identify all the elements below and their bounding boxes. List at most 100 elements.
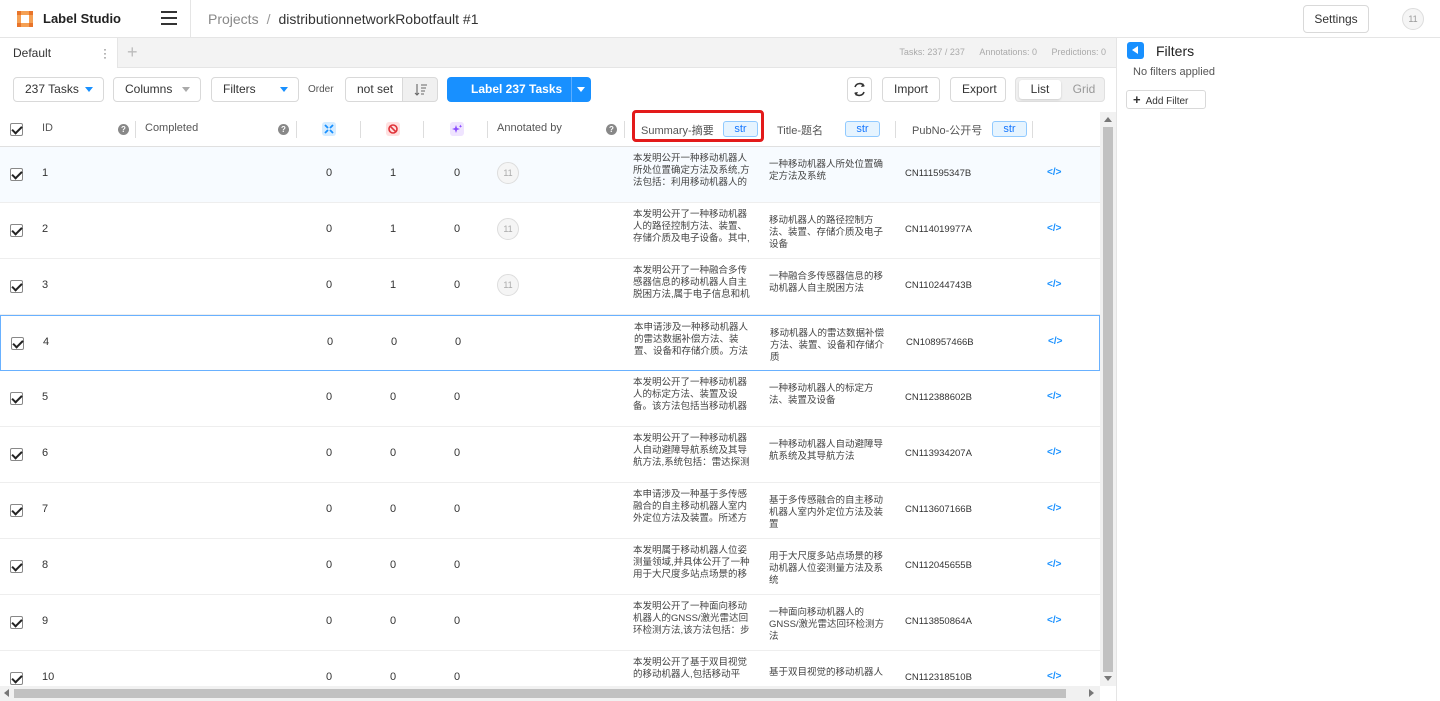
title-cell[interactable]: 移动机器人的雷达数据补偿方法、装置、设备和存储介质 [770, 328, 890, 364]
summary-cell[interactable]: 本发明属于移动机器人位姿测量领域,并具体公开了一种用于大尺度多站点场景的移 [633, 545, 751, 581]
code-icon[interactable]: </> [1047, 391, 1061, 402]
summary-cell[interactable]: 本发明公开了一种面向移动机器人的GNSS/激光雷达回环检测方法,该方法包括：步 [633, 601, 751, 637]
summary-cell[interactable]: 本申请涉及一种移动机器人的雷达数据补偿方法、装置、设备和存储介质。方法 [634, 322, 752, 358]
code-icon[interactable]: </> [1047, 503, 1061, 514]
help-icon[interactable]: ? [606, 124, 617, 135]
vertical-scrollbar[interactable] [1100, 112, 1116, 686]
row-checkbox[interactable] [10, 224, 23, 237]
tasks-dropdown[interactable]: 237 Tasks [13, 77, 104, 102]
pubno-cell[interactable]: CN113850864A [905, 616, 972, 627]
table-row[interactable]: 10 0 0 0 本发明公开了基于双目视觉的移动机器人,包括移动平 基于双目视觉… [0, 651, 1100, 686]
refresh-button[interactable] [847, 77, 872, 102]
code-icon[interactable]: </> [1047, 223, 1061, 234]
code-icon[interactable]: </> [1047, 559, 1061, 570]
title-cell[interactable]: 一种面向移动机器人的GNSS/激光雷达回环检测方法 [769, 607, 889, 643]
column-annotated-by[interactable]: Annotated by [497, 122, 562, 134]
import-button[interactable]: Import [882, 77, 940, 102]
code-icon[interactable]: </> [1047, 167, 1061, 178]
code-icon[interactable]: </> [1047, 279, 1061, 290]
select-all-checkbox[interactable] [10, 123, 23, 136]
title-cell[interactable]: 基于双目视觉的移动机器人 [769, 667, 889, 686]
title-cell[interactable]: 一种移动机器人的标定方法、装置及设备 [769, 383, 889, 419]
pubno-cell[interactable]: CN113607166B [905, 504, 972, 515]
summary-cell[interactable]: 本发明公开了一种移动机器人的标定方法、装置及设备。该方法包括当移动机器 [633, 377, 751, 413]
title-cell[interactable]: 一种移动机器人自动避障导航系统及其导航方法 [769, 439, 889, 475]
code-icon[interactable]: </> [1047, 447, 1061, 458]
pubno-cell[interactable]: CN113934207A [905, 448, 972, 459]
predictions-icon[interactable] [450, 122, 464, 136]
total-annotations-icon[interactable] [322, 122, 336, 136]
filters-dropdown[interactable]: Filters [211, 77, 299, 102]
cancelled-icon[interactable] [386, 122, 400, 136]
summary-cell[interactable]: 本发明公开了一种移动机器人的路径控制方法、装置、存储介质及电子设备。其中, [633, 209, 751, 245]
table-row[interactable]: 2 0 1 0 11 本发明公开了一种移动机器人的路径控制方法、装置、存储介质及… [0, 203, 1100, 259]
table-row[interactable]: 6 0 0 0 本发明公开了一种移动机器人自动避障导航系统及其导航方法,系统包括… [0, 427, 1100, 483]
tab-default[interactable]: Default · · · [0, 38, 118, 68]
code-icon[interactable]: </> [1048, 336, 1062, 347]
title-cell[interactable]: 用于大尺度多站点场景的移动机器人位姿测量方法及系统 [769, 551, 889, 587]
filters-dropdown-label: Filters [223, 82, 256, 96]
back-icon[interactable] [1127, 42, 1144, 59]
list-view-button[interactable]: List [1019, 80, 1061, 99]
pubno-cell[interactable]: CN112045655B [905, 560, 972, 571]
column-id[interactable]: ID [42, 122, 53, 134]
row-checkbox[interactable] [10, 280, 23, 293]
breadcrumb-project[interactable]: distributionnetworkRobotfault #1 [278, 11, 478, 27]
label-tasks-button[interactable]: Label 237 Tasks [447, 77, 591, 102]
help-icon[interactable]: ? [278, 124, 289, 135]
code-icon[interactable]: </> [1047, 615, 1061, 626]
settings-button[interactable]: Settings [1303, 5, 1369, 33]
menu-icon[interactable] [161, 11, 177, 25]
summary-cell[interactable]: 本发明公开了基于双目视觉的移动机器人,包括移动平 [633, 657, 751, 686]
title-cell[interactable]: 一种移动机器人所处位置确定方法及系统 [769, 159, 889, 195]
column-title[interactable]: Title-题名 [777, 122, 823, 138]
kebab-icon[interactable]: · · · [103, 43, 107, 63]
help-icon[interactable]: ? [118, 124, 129, 135]
code-icon[interactable]: </> [1047, 671, 1061, 682]
export-button[interactable]: Export [950, 77, 1006, 102]
title-cell[interactable]: 移动机器人的路径控制方法、装置、存储介质及电子设备 [769, 215, 889, 251]
row-checkbox[interactable] [10, 448, 23, 461]
table-row[interactable]: 1 0 1 0 11 本发明公开一种移动机器人所处位置确定方法及系统,方法包括：… [0, 147, 1100, 203]
pubno-cell[interactable]: CN112388602B [905, 392, 972, 403]
grid-view-button[interactable]: Grid [1064, 80, 1104, 99]
user-avatar[interactable]: 11 [1402, 8, 1424, 30]
row-checkbox[interactable] [10, 392, 23, 405]
pubno-cell[interactable]: CN114019977A [905, 224, 972, 235]
pubno-cell[interactable]: CN111595347B [905, 168, 971, 179]
pubno-cell[interactable]: CN110244743B [905, 280, 972, 291]
summary-cell[interactable]: 本申请涉及一种基于多传感融合的自主移动机器人室内外定位方法及装置。所述方 [633, 489, 751, 525]
order-select[interactable]: not set [345, 77, 403, 102]
summary-cell[interactable]: 本发明公开了一种移动机器人自动避障导航系统及其导航方法,系统包括：雷达探测 [633, 433, 751, 469]
column-completed[interactable]: Completed [145, 122, 198, 134]
row-checkbox[interactable] [10, 616, 23, 629]
table-row[interactable]: 3 0 1 0 11 本发明公开了一种融合多传感器信息的移动机器人自主脱困方法,… [0, 259, 1100, 315]
pubno-cell[interactable]: CN108957466B [906, 337, 974, 348]
pubno-cell[interactable]: CN112318510B [905, 672, 972, 683]
predictions-count: 0 [454, 167, 461, 179]
table-row[interactable]: 4 0 0 0 本申请涉及一种移动机器人的雷达数据补偿方法、装置、设备和存储介质… [0, 315, 1100, 371]
row-checkbox[interactable] [10, 672, 23, 685]
logo-icon[interactable] [16, 10, 34, 28]
row-checkbox[interactable] [10, 504, 23, 517]
columns-dropdown[interactable]: Columns [113, 77, 201, 102]
task-id: 5 [42, 391, 49, 403]
row-checkbox[interactable] [10, 168, 23, 181]
row-checkbox[interactable] [11, 337, 24, 350]
table-row[interactable]: 8 0 0 0 本发明属于移动机器人位姿测量领域,并具体公开了一种用于大尺度多站… [0, 539, 1100, 595]
sort-direction-button[interactable] [402, 77, 438, 102]
summary-cell[interactable]: 本发明公开了一种融合多传感器信息的移动机器人自主脱困方法,属于电子信息和机 [633, 265, 751, 301]
breadcrumb-projects[interactable]: Projects [208, 11, 259, 27]
summary-cell[interactable]: 本发明公开一种移动机器人所处位置确定方法及系统,方法包括：利用移动机器人的 [633, 153, 751, 189]
chevron-down-icon[interactable] [577, 87, 585, 92]
column-pubno[interactable]: PubNo-公开号 [912, 122, 982, 138]
table-row[interactable]: 9 0 0 0 本发明公开了一种面向移动机器人的GNSS/激光雷达回环检测方法,… [0, 595, 1100, 651]
table-row[interactable]: 5 0 0 0 本发明公开了一种移动机器人的标定方法、装置及设备。该方法包括当移… [0, 371, 1100, 427]
horizontal-scrollbar[interactable] [0, 686, 1100, 701]
add-filter-button[interactable]: + Add Filter [1126, 90, 1206, 109]
title-cell[interactable]: 一种融合多传感器信息的移动机器人自主脱困方法 [769, 271, 889, 307]
add-tab-button[interactable]: + [127, 42, 138, 63]
row-checkbox[interactable] [10, 560, 23, 573]
title-cell[interactable]: 基于多传感融合的自主移动机器人室内外定位方法及装置 [769, 495, 889, 531]
table-row[interactable]: 7 0 0 0 本申请涉及一种基于多传感融合的自主移动机器人室内外定位方法及装置… [0, 483, 1100, 539]
